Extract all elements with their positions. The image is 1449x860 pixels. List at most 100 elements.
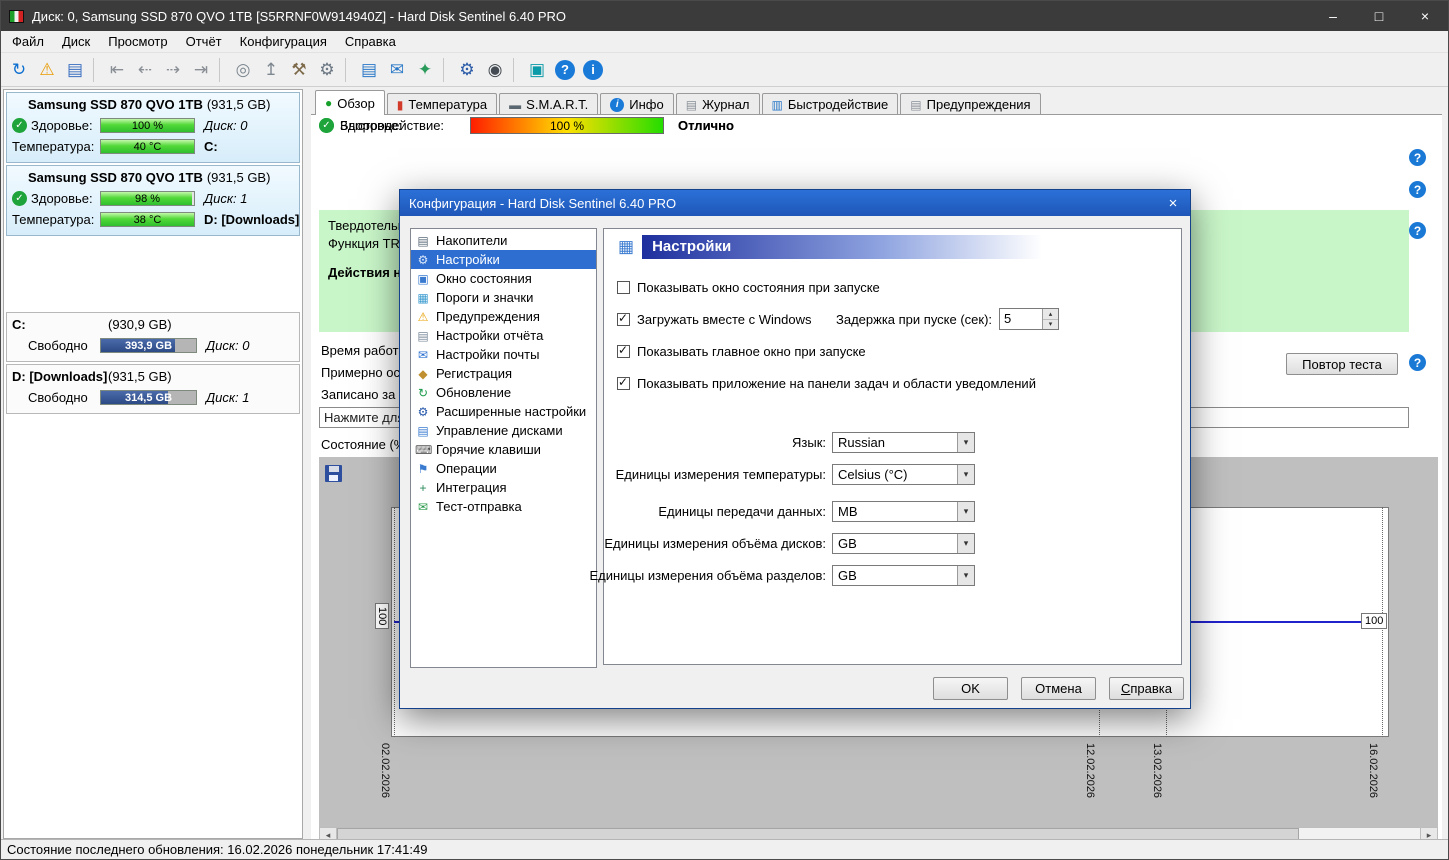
preferences-icon[interactable]: ◉ bbox=[482, 57, 508, 83]
eject-icon[interactable]: ↥ bbox=[258, 57, 284, 83]
config-category-label: Операции bbox=[436, 461, 497, 476]
prev-disk-icon[interactable]: ⇠ bbox=[132, 57, 158, 83]
settings-checkbox[interactable]: ✓ Показывать окно состояния при запуске bbox=[617, 277, 1036, 297]
language-select[interactable]: Russian ▾ bbox=[832, 432, 975, 453]
disk-size-unit-select[interactable]: GB ▾ bbox=[832, 533, 975, 554]
scan-warning-icon[interactable]: ⚠ bbox=[34, 57, 60, 83]
dialog-close-icon[interactable]: × bbox=[1156, 190, 1190, 216]
select-row: Единицы измерения температуры: Celsius (… bbox=[604, 464, 975, 485]
tab-performance[interactable]: ▥ Быстродействие bbox=[762, 93, 899, 115]
help-icon[interactable]: ? bbox=[555, 60, 575, 80]
nav-disk-management[interactable]: ▤ Управление дисками bbox=[411, 421, 596, 440]
menu-report[interactable]: Отчёт bbox=[177, 32, 231, 51]
partition-size-unit-select[interactable]: GB ▾ bbox=[832, 565, 975, 586]
nav-mail-settings[interactable]: ✉ Настройки почты bbox=[411, 345, 596, 364]
help-icon[interactable]: ? bbox=[1409, 181, 1426, 198]
spin-down-icon[interactable]: ▾ bbox=[1043, 320, 1058, 330]
startup-delay-row: Задержка при пуске (сек): 5 ▴ ▾ bbox=[836, 308, 1059, 330]
menu-file[interactable]: Файл bbox=[3, 32, 53, 51]
checkbox-label: Показывать главное окно при запуске bbox=[637, 344, 866, 359]
nav-operations[interactable]: ⚑ Операции bbox=[411, 459, 596, 478]
tab-temperature[interactable]: ▮ Температура bbox=[387, 93, 497, 115]
menu-configuration[interactable]: Конфигурация bbox=[231, 32, 336, 51]
nav-status-window[interactable]: ▣ Окно состояния bbox=[411, 269, 596, 288]
network-icon[interactable]: ✦ bbox=[412, 57, 438, 83]
tab-overview[interactable]: ● Обзор bbox=[315, 90, 385, 115]
config-category-label: Предупреждения bbox=[436, 309, 540, 324]
disk-sidebar: Samsung SSD 870 QVO 1TB(931,5 GB) ✓Здоро… bbox=[3, 89, 303, 839]
panels-icon[interactable]: ▤ bbox=[356, 57, 382, 83]
partition-card[interactable]: D: [Downloads](931,5 GB) Свободно 314,5 … bbox=[6, 364, 300, 414]
nav-integration[interactable]: + Интеграция bbox=[411, 478, 596, 497]
nav-hotkeys[interactable]: ⌨ Горячие клавиши bbox=[411, 440, 596, 459]
cancel-button[interactable]: Отмена bbox=[1021, 677, 1096, 700]
maximize-button[interactable]: □ bbox=[1356, 1, 1402, 31]
settings-header-title: Настройки bbox=[642, 235, 1042, 259]
menu-help[interactable]: Справка bbox=[336, 32, 405, 51]
disk-summary-card[interactable]: Samsung SSD 870 QVO 1TB(931,5 GB) ✓Здоро… bbox=[6, 165, 300, 236]
tab-alerts[interactable]: ▤ Предупреждения bbox=[900, 93, 1040, 115]
first-disk-icon[interactable]: ⇤ bbox=[104, 57, 130, 83]
settings-icon[interactable]: ⚙ bbox=[454, 57, 480, 83]
screenshot-icon[interactable]: ▣ bbox=[524, 57, 550, 83]
refresh-icon[interactable]: ↻ bbox=[6, 57, 32, 83]
ok-button[interactable]: OK bbox=[933, 677, 1008, 700]
toolbar-separator[interactable] bbox=[443, 58, 449, 82]
settings-checkbox[interactable]: ✓ Показывать приложение на панели задач … bbox=[617, 373, 1036, 393]
nav-registration[interactable]: ◆ Регистрация bbox=[411, 364, 596, 383]
dialog-title: Конфигурация - Hard Disk Sentinel 6.40 P… bbox=[409, 196, 1156, 211]
tab-info[interactable]: i Инфо bbox=[600, 93, 673, 115]
tools-icon[interactable]: ⚒ bbox=[286, 57, 312, 83]
nav-thresholds[interactable]: ▦ Пороги и значки bbox=[411, 288, 596, 307]
select-label: Единицы измерения температуры: bbox=[616, 467, 826, 482]
chevron-down-icon: ▾ bbox=[957, 433, 974, 452]
nav-report-settings[interactable]: ▤ Настройки отчёта bbox=[411, 326, 596, 345]
toolbar-separator[interactable] bbox=[345, 58, 351, 82]
last-disk-icon[interactable]: ⇥ bbox=[188, 57, 214, 83]
nav-drives[interactable]: ▤ Накопители bbox=[411, 231, 596, 250]
checkbox-box[interactable]: ✓ bbox=[617, 281, 630, 294]
dialog-title-bar[interactable]: Конфигурация - Hard Disk Sentinel 6.40 P… bbox=[400, 190, 1190, 216]
nav-settings[interactable]: ⚙ Настройки bbox=[411, 250, 596, 269]
disk-summary-card[interactable]: Samsung SSD 870 QVO 1TB(931,5 GB) ✓Здоро… bbox=[6, 92, 300, 163]
close-button[interactable]: × bbox=[1402, 1, 1448, 31]
help-icon[interactable]: ? bbox=[1409, 222, 1426, 239]
disk-menu-icon[interactable]: ⚙ bbox=[314, 57, 340, 83]
nav-update[interactable]: ↻ Обновление bbox=[411, 383, 596, 402]
checkbox-box[interactable]: ✓ bbox=[617, 345, 630, 358]
tab-smart[interactable]: ▬ S.M.A.R.T. bbox=[499, 93, 598, 115]
mail-icon[interactable]: ✉ bbox=[384, 57, 410, 83]
toolbar-separator[interactable] bbox=[219, 58, 225, 82]
spin-up-icon[interactable]: ▴ bbox=[1043, 309, 1058, 320]
toolbar-separator[interactable] bbox=[513, 58, 519, 82]
disc-icon[interactable]: ◎ bbox=[230, 57, 256, 83]
checkbox-box[interactable]: ✓ bbox=[617, 377, 630, 390]
advanced-settings-icon: ⚙ bbox=[415, 405, 431, 419]
data-unit-select[interactable]: MB ▾ bbox=[832, 501, 975, 522]
help-icon[interactable]: ? bbox=[1409, 149, 1426, 166]
delay-spinner[interactable]: 5 ▴ ▾ bbox=[999, 308, 1059, 330]
tab-label: Обзор bbox=[337, 96, 375, 111]
nav-test-send[interactable]: ✉ Тест-отправка bbox=[411, 497, 596, 516]
nav-alerts[interactable]: ⚠ Предупреждения bbox=[411, 307, 596, 326]
temperature-unit-select[interactable]: Celsius (°C) ▾ bbox=[832, 464, 975, 485]
help-icon[interactable]: ? bbox=[1409, 354, 1426, 371]
tab-log[interactable]: ▤ Журнал bbox=[676, 93, 760, 115]
nav-advanced-settings[interactable]: ⚙ Расширенные настройки bbox=[411, 402, 596, 421]
settings-checkbox[interactable]: ✓ Показывать главное окно при запуске bbox=[617, 341, 1036, 361]
info-icon[interactable]: i bbox=[583, 60, 603, 80]
config-category-label: Тест-отправка bbox=[436, 499, 522, 514]
partition-card[interactable]: C:(930,9 GB) Свободно 393,9 GB Диск: 0 bbox=[6, 312, 300, 362]
retest-button[interactable]: Повтор теста bbox=[1286, 353, 1398, 375]
checkbox-box[interactable]: ✓ bbox=[617, 313, 630, 326]
minimize-button[interactable]: – bbox=[1310, 1, 1356, 31]
save-icon[interactable] bbox=[325, 465, 342, 482]
toolbar-separator[interactable] bbox=[93, 58, 99, 82]
help-button[interactable]: Справка bbox=[1109, 677, 1184, 700]
menu-disk[interactable]: Диск bbox=[53, 32, 99, 51]
report-icon[interactable]: ▤ bbox=[62, 57, 88, 83]
drives-icon: ▤ bbox=[415, 234, 431, 248]
menu-view[interactable]: Просмотр bbox=[99, 32, 176, 51]
help-button-mnemonic: С bbox=[1121, 681, 1130, 696]
next-disk-icon[interactable]: ⇢ bbox=[160, 57, 186, 83]
